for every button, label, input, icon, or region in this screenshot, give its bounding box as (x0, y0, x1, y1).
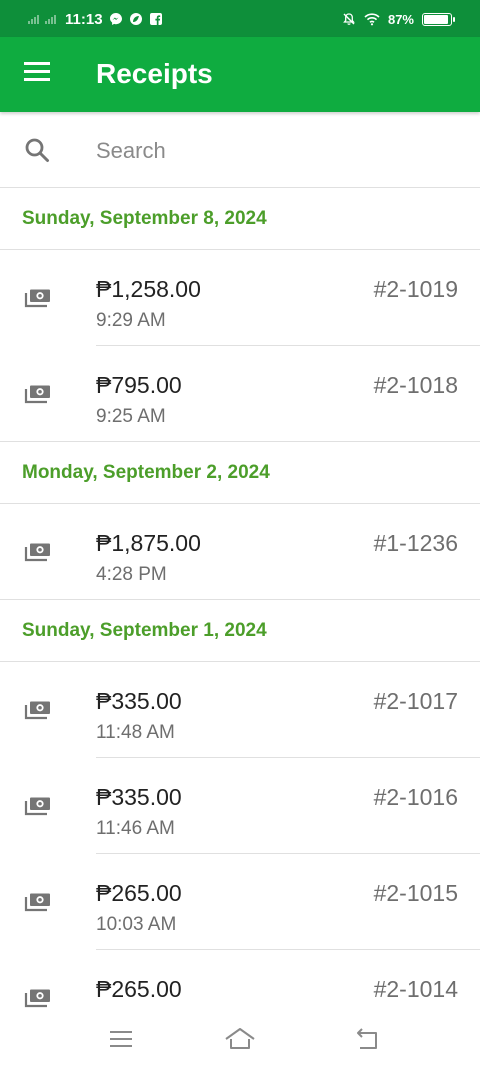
search-icon[interactable] (24, 137, 50, 163)
receipt-time: 9:25 AM (96, 406, 166, 427)
cash-icon (24, 543, 50, 562)
date-header: Sunday, September 1, 2024 (0, 600, 480, 662)
cash-icon (24, 289, 50, 308)
status-time: 11:13 (65, 10, 103, 28)
date-header: Sunday, September 8, 2024 (0, 188, 480, 250)
receipt-row[interactable]: ₱1,258.00 9:29 AM #2-1019 (0, 250, 480, 346)
receipt-row[interactable]: ₱1,875.00 4:28 PM #1-1236 (0, 504, 480, 600)
receipt-amount: ₱1,258.00 (96, 276, 201, 302)
page-title: Receipts (96, 58, 213, 89)
receipt-time: 9:29 AM (96, 310, 166, 331)
receipt-amount: ₱335.00 (96, 784, 182, 810)
date-header-label: Sunday, September 8, 2024 (22, 208, 267, 229)
receipt-row[interactable]: ₱335.00 11:46 AM #2-1016 (0, 758, 480, 854)
status-right: 87% (342, 8, 455, 30)
cash-icon (24, 989, 50, 1008)
signal-icon (28, 14, 39, 24)
cash-icon (24, 893, 50, 912)
receipt-time: 11:48 AM (96, 722, 175, 743)
battery-percent: 87% (387, 11, 414, 27)
receipt-amount: ₱265.00 (96, 880, 182, 906)
leaf-icon (129, 13, 142, 25)
receipt-amount: ₱265.00 (96, 976, 182, 1002)
receipt-number: #2-1014 (373, 976, 458, 1002)
search-bar (0, 113, 480, 188)
status-bar: 11:13 87% (0, 0, 480, 37)
receipt-amount: ₱1,875.00 (96, 530, 201, 556)
date-header: Monday, September 2, 2024 (0, 442, 480, 504)
receipt-row[interactable]: ₱265.00 10:03 AM #2-1015 (0, 854, 480, 950)
menu-icon[interactable] (24, 62, 50, 86)
receipt-number: #2-1018 (373, 372, 458, 398)
system-nav-bar (0, 1012, 480, 1067)
receipt-amount: ₱335.00 (96, 688, 182, 714)
mute-icon (343, 13, 355, 25)
messenger-icon (109, 13, 122, 25)
battery-fill (424, 14, 449, 24)
search-input[interactable] (96, 137, 456, 165)
receipt-row[interactable]: ₱795.00 9:25 AM #2-1018 (0, 346, 480, 442)
battery-icon (422, 12, 455, 26)
receipt-time: 10:03 AM (96, 914, 177, 935)
receipt-number: #2-1019 (373, 276, 458, 302)
signal-icon (45, 14, 56, 24)
receipt-time: 11:46 AM (96, 818, 175, 839)
receipt-number: #2-1017 (373, 688, 458, 714)
status-left: 11:13 (28, 8, 163, 30)
receipt-number: #2-1016 (373, 784, 458, 810)
back-icon[interactable] (353, 1026, 381, 1052)
date-header-label: Sunday, September 1, 2024 (22, 620, 267, 641)
cash-icon (24, 701, 50, 720)
app-bar: Receipts (0, 37, 480, 112)
receipt-number: #1-1236 (373, 530, 458, 556)
receipt-time: 4:28 PM (96, 564, 167, 585)
home-icon[interactable] (224, 1026, 256, 1052)
recents-icon[interactable] (107, 1026, 135, 1052)
receipt-number: #2-1015 (373, 880, 458, 906)
wifi-icon (364, 13, 380, 26)
receipt-amount: ₱795.00 (96, 372, 182, 398)
receipt-row[interactable]: ₱335.00 11:48 AM #2-1017 (0, 662, 480, 758)
cash-icon (24, 385, 50, 404)
date-header-label: Monday, September 2, 2024 (22, 462, 270, 483)
facebook-icon (149, 13, 162, 25)
cash-icon (24, 797, 50, 816)
